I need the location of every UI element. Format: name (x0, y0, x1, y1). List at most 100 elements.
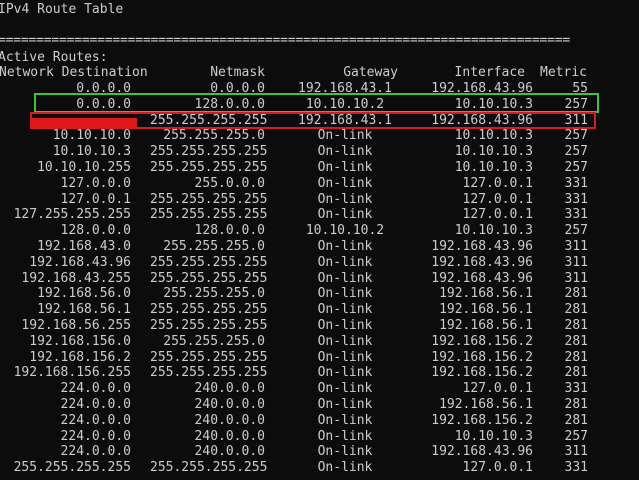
cell-network-destination: 10.10.10.3 (52, 144, 131, 160)
table-row: 224.0.0.0 240.0.0.0 On-link 10.10.10.3 257 (0, 429, 639, 445)
cell-network-destination: 192.168.56.1 (37, 302, 131, 318)
cell-gateway: On-link (317, 254, 373, 270)
cell-interface: 192.168.56.1 (439, 397, 533, 412)
cell-interface: 192.168.43.96 (431, 254, 533, 270)
cell-interface: 10.10.10.3 (454, 160, 533, 175)
cell-metric: 281 (564, 318, 588, 333)
cell-metric: 281 (564, 333, 588, 349)
table-row: 128.0.0.0 128.0.0.0 10.10.10.2 10.10.10.3 25… (0, 223, 639, 239)
cell-gateway: On-link (317, 444, 373, 460)
table-row: 127.0.0.1 255.255.255.255 On-link 127.0.0.1… (0, 192, 639, 208)
cell-metric: 311 (564, 239, 588, 254)
header-network-destination: Network Destination (0, 65, 148, 80)
cell-network-destination: 127.255.255.255 (13, 207, 131, 223)
cell-interface: 10.10.10.3 (454, 144, 533, 160)
table-row: 192.168.56.0 255.255.255.0 On-link 192.168.… (0, 286, 639, 302)
cell-interface: 192.168.43.96 (431, 270, 533, 286)
header-interface: Interface (454, 65, 525, 80)
cell-gateway: On-link (317, 318, 373, 333)
table-row: 192.168.156.255 255.255.255.255 On-link 192… (0, 365, 639, 381)
table-row: 224.0.0.0 240.0.0.0 On-link 192.168.156.2 28… (0, 413, 639, 429)
cell-netmask: 240.0.0.0 (194, 412, 265, 428)
cell-interface: 192.168.156.2 (431, 365, 533, 381)
cell-gateway: On-link (317, 397, 373, 412)
cell-gateway: On-link (317, 412, 373, 428)
cell-gateway: On-link (317, 160, 373, 175)
red-highlight-box (30, 112, 596, 129)
cell-metric: 281 (564, 365, 588, 381)
cell-gateway: On-link (317, 381, 373, 397)
cell-netmask: 255.255.255.0 (163, 128, 265, 144)
cell-netmask: 255.255.255.255 (150, 318, 268, 333)
cell-netmask: 255.255.255.255 (150, 460, 268, 476)
cell-gateway: On-link (317, 175, 373, 191)
cell-metric: 331 (564, 175, 588, 191)
table-row: 10.10.10.0 255.255.255.0 On-link 10.10.10.3… (0, 128, 639, 144)
cell-interface: 192.168.56.1 (439, 286, 533, 302)
cell-metric: 257 (564, 223, 588, 239)
cell-netmask: 255.255.255.255 (150, 270, 268, 286)
cell-netmask: 255.255.255.255 (150, 191, 268, 207)
table-row: 192.168.56.255 255.255.255.255 On-link 192.… (0, 318, 639, 334)
cell-network-destination: 224.0.0.0 (60, 428, 131, 444)
table-row: 224.0.0.0 240.0.0.0 On-link 192.168.56.1 281 (0, 397, 639, 413)
cell-gateway: On-link (317, 333, 373, 349)
green-highlight-box (34, 93, 599, 113)
cell-gateway: On-link (317, 191, 373, 207)
cell-network-destination: 192.168.56.255 (21, 318, 131, 333)
cell-interface: 192.168.156.2 (431, 333, 533, 349)
cell-network-destination: 192.168.156.255 (13, 365, 131, 381)
cell-network-destination: 224.0.0.0 (60, 381, 131, 397)
cell-gateway: On-link (317, 144, 373, 160)
cell-network-destination: 224.0.0.0 (60, 412, 131, 428)
cell-netmask: 240.0.0.0 (194, 397, 265, 412)
cell-netmask: 255.255.255.0 (163, 333, 265, 349)
cell-metric: 281 (564, 349, 588, 365)
cell-gateway: On-link (317, 239, 373, 254)
cell-netmask: 255.255.255.255 (150, 254, 268, 270)
table-row: 10.10.10.3 255.255.255.255 On-link 10.10.10… (0, 144, 639, 160)
header-gateway: Gateway (343, 65, 398, 80)
separator-line: ========================================… (0, 33, 570, 48)
cell-netmask: 240.0.0.0 (194, 381, 265, 397)
cell-network-destination: 192.168.43.96 (29, 254, 131, 270)
cell-netmask: 255.255.255.255 (150, 207, 268, 223)
cell-network-destination: 192.168.43.255 (21, 270, 131, 286)
table-row: 192.168.56.1 255.255.255.255 On-link 192.16… (0, 302, 639, 318)
cell-netmask: 255.255.255.255 (150, 144, 268, 160)
table-row: 192.168.156.2 255.255.255.255 On-link 192.1… (0, 350, 639, 366)
cell-interface: 192.168.43.96 (431, 239, 533, 254)
cell-metric: 257 (564, 128, 588, 144)
cell-metric: 257 (564, 160, 588, 175)
cell-network-destination: 192.168.56.0 (37, 286, 131, 302)
cell-metric: 331 (564, 207, 588, 223)
cell-network-destination: 10.10.10.0 (52, 128, 131, 144)
cell-network-destination: 10.10.10.255 (37, 160, 131, 175)
cell-netmask: 255.255.255.255 (150, 160, 268, 175)
cell-network-destination: 255.255.255.255 (13, 460, 131, 476)
cell-gateway: On-link (317, 128, 373, 144)
table-row: 127.255.255.255 255.255.255.255 On-link 127… (0, 207, 639, 223)
cell-netmask: 255.255.255.255 (150, 365, 268, 381)
header-netmask: Netmask (210, 65, 265, 80)
cell-gateway: On-link (317, 270, 373, 286)
cell-metric: 331 (564, 381, 588, 397)
cell-network-destination: 192.168.43.0 (37, 239, 131, 254)
cell-network-destination: 192.168.156.0 (29, 333, 131, 349)
cell-netmask: 255.255.255.0 (163, 239, 265, 254)
cell-gateway: 10.10.10.2 (305, 223, 385, 239)
cell-network-destination: 128.0.0.0 (60, 223, 131, 239)
table-row: 192.168.43.255 255.255.255.255 On-link 192.… (0, 271, 639, 287)
cell-netmask: 240.0.0.0 (194, 428, 265, 444)
cell-interface: 127.0.0.1 (462, 191, 533, 207)
cell-metric: 331 (564, 191, 588, 207)
header-metric: Metric (540, 65, 587, 80)
cell-metric: 311 (564, 254, 588, 270)
cell-network-destination: 224.0.0.0 (60, 444, 131, 460)
cell-interface: 127.0.0.1 (462, 207, 533, 223)
cell-netmask: 255.255.255.0 (163, 286, 265, 302)
cell-network-destination: 127.0.0.0 (60, 175, 131, 191)
cell-interface: 10.10.10.3 (454, 428, 533, 444)
cell-metric: 311 (564, 270, 588, 286)
table-row: 10.10.10.255 255.255.255.255 On-link 10.10.… (0, 160, 639, 176)
